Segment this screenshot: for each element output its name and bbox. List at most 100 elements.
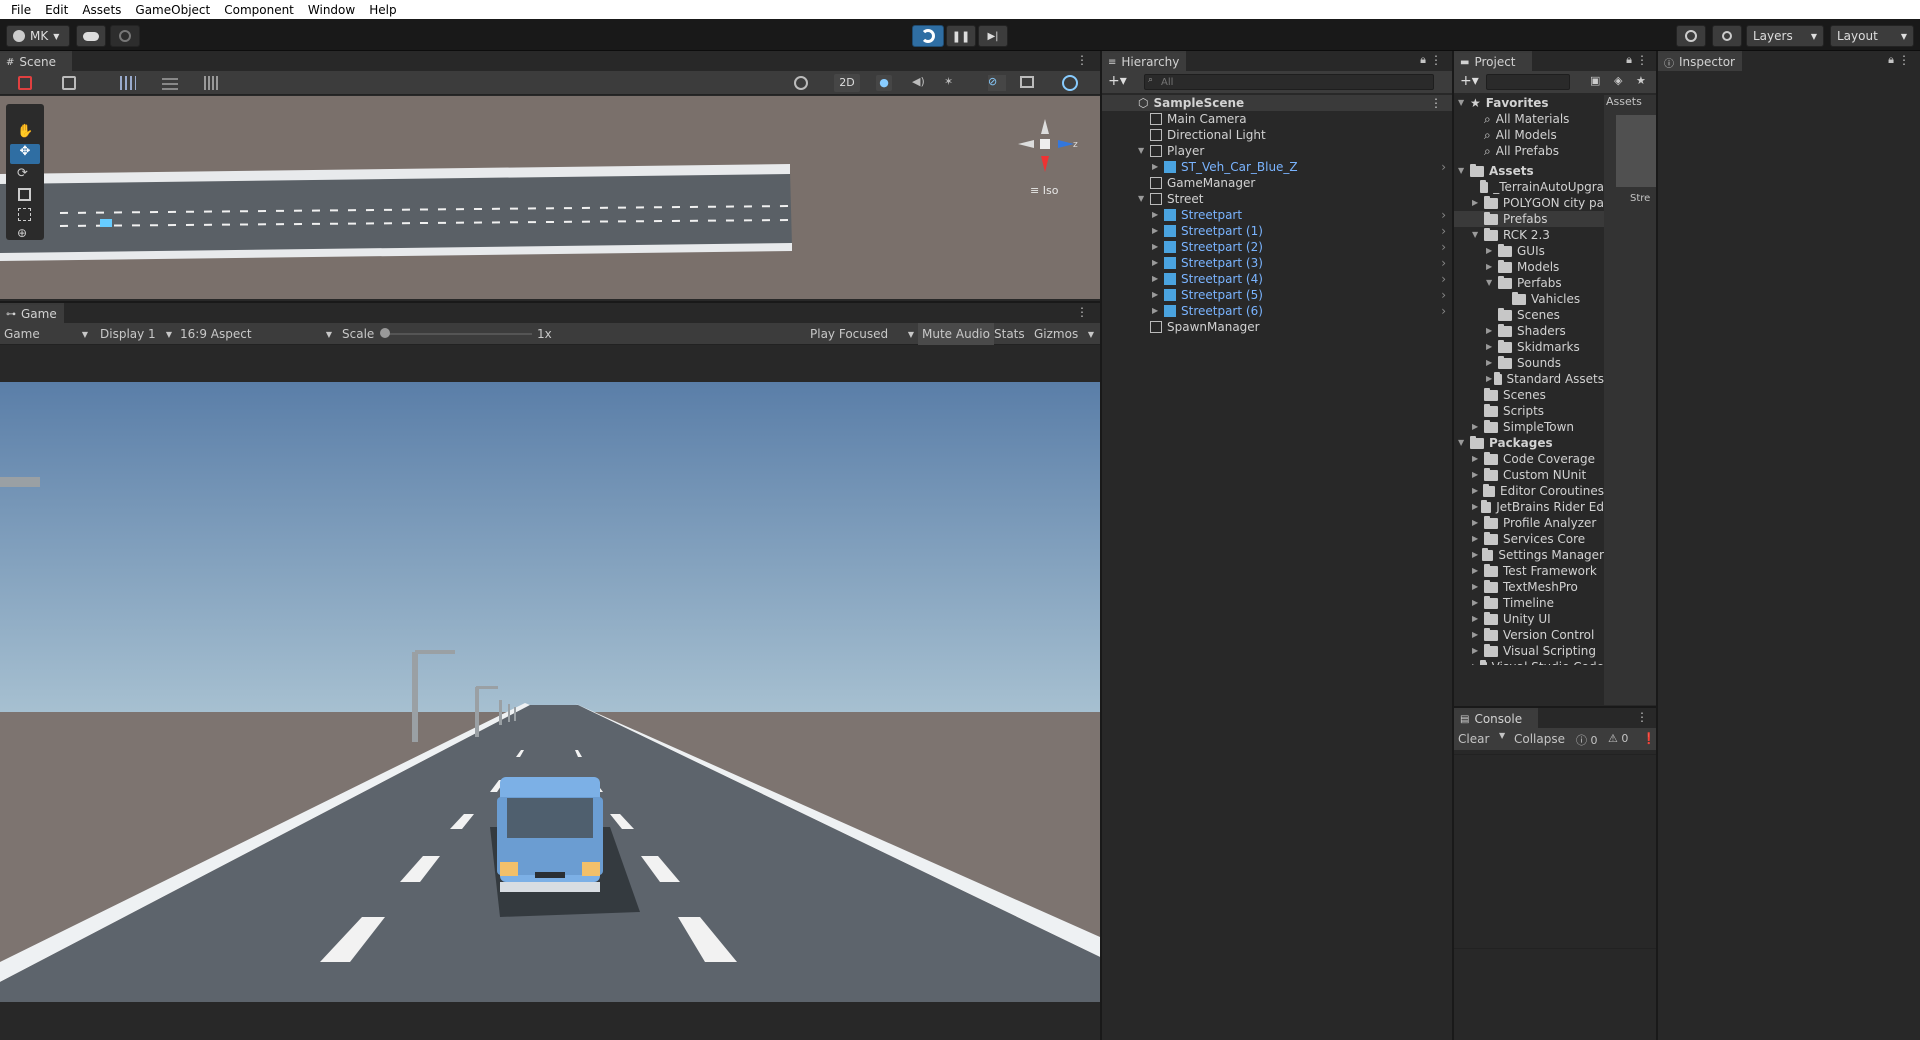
folder-item[interactable]: ▶ Standard Assets <box>1454 371 1604 387</box>
package-item[interactable]: ▶ Profile Analyzer <box>1454 515 1604 531</box>
project-search-input[interactable] <box>1486 74 1570 90</box>
open-prefab-icon[interactable]: › <box>1441 223 1446 239</box>
game-mode-dropdown[interactable]: Game ▼ <box>4 323 88 345</box>
gizmos-icon[interactable] <box>1062 75 1078 91</box>
expand-right-icon[interactable]: ▶ <box>1472 627 1482 643</box>
expand-down-icon[interactable]: ▼ <box>1138 143 1148 159</box>
expand-right-icon[interactable]: ▶ <box>1472 451 1482 467</box>
hierarchy-item[interactable]: ▶ Streetpart (5) › <box>1102 287 1452 303</box>
hierarchy-item[interactable]: ▶ Streetpart (6) › <box>1102 303 1452 319</box>
shaded-icon[interactable] <box>62 76 76 90</box>
expand-right-icon[interactable]: ▶ <box>1486 355 1496 371</box>
lock-icon[interactable]: 🔒︎ <box>1420 53 1426 67</box>
expand-right-icon[interactable]: ▶ <box>1472 547 1480 563</box>
lighting-icon[interactable]: ● <box>876 75 892 91</box>
open-prefab-icon[interactable]: › <box>1441 159 1446 175</box>
expand-right-icon[interactable]: ▶ <box>1472 483 1481 499</box>
scene-viewport[interactable]: ✋ ✥ ⟳ ⊕ z ≡ Iso <box>0 96 1100 299</box>
more-options-icon[interactable]: ⋮ <box>1636 53 1648 67</box>
package-item[interactable]: ▶ Visual Scripting <box>1454 643 1604 659</box>
expand-right-icon[interactable]: ▶ <box>1486 371 1492 387</box>
more-options-icon[interactable]: ⋮ <box>1636 710 1648 724</box>
draw-mode-icon[interactable] <box>18 76 32 90</box>
expand-right-icon[interactable]: ▶ <box>1152 255 1162 271</box>
camera-icon[interactable] <box>1020 76 1034 88</box>
expand-down-icon[interactable]: ▼ <box>1458 163 1468 179</box>
more-options-icon[interactable]: ⋮ <box>1430 53 1442 67</box>
hierarchy-item[interactable]: ▼ Street <box>1102 191 1452 207</box>
open-prefab-icon[interactable]: › <box>1441 207 1446 223</box>
gizmos-dropdown[interactable]: Gizmos ▼ <box>1034 323 1094 345</box>
more-options-icon[interactable]: ⋮ <box>1076 53 1088 67</box>
rotate-tool-icon[interactable]: ⟳ <box>17 166 28 181</box>
shading-mode-icon[interactable] <box>794 76 808 90</box>
aspect-dropdown[interactable]: 16:9 Aspect ▼ <box>180 323 332 345</box>
expand-right-icon[interactable]: ▶ <box>1472 643 1482 659</box>
error-count-toggle[interactable]: ⓘ 0 <box>1576 732 1598 748</box>
package-item[interactable]: ▶ Test Framework <box>1454 563 1604 579</box>
menu-help[interactable]: Help <box>362 3 403 17</box>
expand-right-icon[interactable]: ▶ <box>1152 159 1162 175</box>
favorite-item[interactable]: ⌕ All Models <box>1454 127 1604 143</box>
expand-down-icon[interactable]: ▼ <box>1138 191 1148 207</box>
clear-button[interactable]: Clear <box>1458 732 1489 746</box>
cloud-button[interactable] <box>76 25 106 47</box>
scale-slider-track[interactable] <box>382 333 532 335</box>
folder-item[interactable]: Scenes <box>1454 387 1604 403</box>
menu-component[interactable]: Component <box>217 3 301 17</box>
menu-assets[interactable]: Assets <box>75 3 128 17</box>
folder-item[interactable]: ▼ RCK 2.3 <box>1454 227 1604 243</box>
expand-right-icon[interactable]: ▶ <box>1472 467 1482 483</box>
chevron-down-icon[interactable]: ▼ <box>1499 731 1505 740</box>
open-prefab-icon[interactable]: › <box>1441 255 1446 271</box>
expand-down-icon[interactable]: ▼ <box>1458 435 1468 451</box>
menu-edit[interactable]: Edit <box>38 3 75 17</box>
play-button[interactable] <box>912 25 944 47</box>
expand-down-icon[interactable]: ▼ <box>1472 227 1482 243</box>
folder-item[interactable]: ▶ Skidmarks <box>1454 339 1604 355</box>
iso-label[interactable]: ≡ Iso <box>1030 184 1058 197</box>
folder-item[interactable]: ▶ POLYGON city pa <box>1454 195 1604 211</box>
2d-toggle-button[interactable]: 2D <box>834 74 860 92</box>
expand-right-icon[interactable]: ▶ <box>1152 303 1162 319</box>
open-prefab-icon[interactable]: › <box>1441 287 1446 303</box>
hierarchy-item[interactable]: Directional Light <box>1102 127 1452 143</box>
more-options-icon[interactable]: ⋮ <box>1076 305 1088 319</box>
expand-right-icon[interactable]: ▶ <box>1472 195 1482 211</box>
expand-right-icon[interactable]: ▶ <box>1472 563 1482 579</box>
menu-file[interactable]: File <box>4 3 38 17</box>
folder-item[interactable]: ▼ Perfabs <box>1454 275 1604 291</box>
menu-gameobject[interactable]: GameObject <box>128 3 217 17</box>
package-item[interactable]: ▶ JetBrains Rider Ed <box>1454 499 1604 515</box>
hand-tool-icon[interactable]: ✋ <box>17 124 33 139</box>
layout-dropdown[interactable]: Layout ▼ <box>1830 25 1914 47</box>
expand-right-icon[interactable]: ▶ <box>1486 323 1496 339</box>
assets-root-row[interactable]: ▼ Assets <box>1454 163 1604 179</box>
expand-right-icon[interactable]: ▶ <box>1152 207 1162 223</box>
hierarchy-item[interactable]: Main Camera <box>1102 111 1452 127</box>
hierarchy-item[interactable]: ▶ Streetpart (1) › <box>1102 223 1452 239</box>
package-item[interactable]: ▶ Custom NUnit <box>1454 467 1604 483</box>
package-item[interactable]: ▶ Visual Studio Code <box>1454 659 1604 665</box>
expand-right-icon[interactable]: ▶ <box>1486 243 1496 259</box>
mute-audio-toggle[interactable]: Mute Audio <box>918 323 994 345</box>
step-button[interactable]: ▶| <box>978 25 1008 47</box>
info-icon[interactable]: ❗ <box>1642 732 1656 745</box>
scene-orientation-gizmo[interactable] <box>1010 114 1080 184</box>
hierarchy-item[interactable]: ▶ Streetpart › <box>1102 207 1452 223</box>
hierarchy-item[interactable]: ▶ Streetpart (3) › <box>1102 255 1452 271</box>
asset-thumbnail[interactable] <box>1616 115 1656 187</box>
effects-icon[interactable]: ✶ <box>944 75 962 91</box>
open-prefab-icon[interactable]: › <box>1441 271 1446 287</box>
packages-root-row[interactable]: ▼ Packages <box>1454 435 1604 451</box>
folder-item[interactable]: Scripts <box>1454 403 1604 419</box>
package-item[interactable]: ▶ TextMeshPro <box>1454 579 1604 595</box>
package-item[interactable]: ▶ Editor Coroutines <box>1454 483 1604 499</box>
hierarchy-item[interactable]: SpawnManager <box>1102 319 1452 335</box>
hierarchy-item[interactable]: ▼ Player <box>1102 143 1452 159</box>
expand-right-icon[interactable]: ▶ <box>1472 611 1482 627</box>
search-by-type-icon[interactable]: ▣ <box>1590 74 1600 87</box>
package-item[interactable]: ▶ Unity UI <box>1454 611 1604 627</box>
tab-hierarchy[interactable]: ≡ Hierarchy <box>1102 51 1186 71</box>
hierarchy-item[interactable]: GameManager <box>1102 175 1452 191</box>
